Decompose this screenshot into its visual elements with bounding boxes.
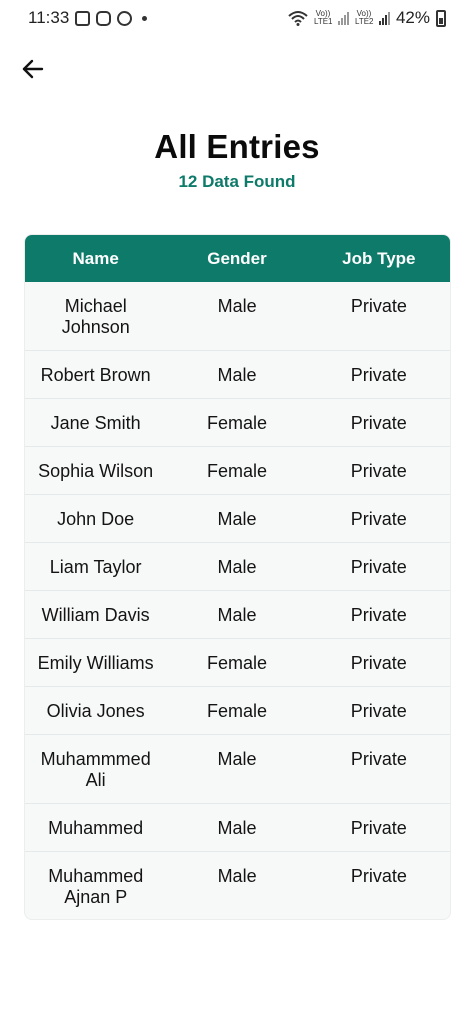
page-title: All Entries — [154, 128, 320, 165]
table-row: Sophia Wilson Female Private — [25, 447, 450, 495]
cell-name: Muhammed — [48, 818, 144, 838]
cell-name: Sophia Wilson — [38, 461, 154, 481]
cell-name: Robert Brown — [40, 365, 151, 385]
cell-job-type: Private — [350, 509, 407, 529]
cell-job-type: Private — [350, 605, 407, 625]
signal-icon — [337, 11, 349, 25]
cell-gender: Female — [206, 413, 267, 433]
cell-job-type: Private — [350, 296, 407, 316]
table-row: Robert Brown Male Private — [25, 351, 450, 399]
cell-name: Olivia Jones — [46, 701, 145, 721]
cell-name: Michael Johnson — [61, 296, 130, 337]
bitcoin-icon — [117, 10, 133, 26]
signal-icon-2 — [378, 11, 390, 25]
cell-name: Muhammmed Ali — [40, 749, 151, 790]
cell-name: Liam Taylor — [49, 557, 142, 577]
cell-name: Muhammed Ajnan P — [48, 866, 144, 907]
cell-job-type: Private — [350, 653, 407, 673]
table-row: John Doe Male Private — [25, 495, 450, 543]
cell-job-type: Private — [350, 365, 407, 385]
cell-job-type: Private — [350, 818, 407, 838]
status-left: 11:33 — [28, 8, 148, 28]
instagram-icon — [96, 10, 112, 26]
table-row: Muhammed Ajnan P Male Private — [25, 852, 450, 919]
table-row: Liam Taylor Male Private — [25, 543, 450, 591]
cell-gender: Male — [217, 818, 257, 838]
cell-gender: Female — [206, 461, 267, 481]
cell-gender: Male — [217, 365, 257, 385]
status-time: 11:33 — [28, 8, 70, 27]
gallery-icon — [75, 10, 91, 26]
cell-name: John Doe — [57, 509, 135, 529]
status-right: Vo)) LTE1 Vo)) LTE2 42% — [288, 8, 446, 28]
sim1-label: Vo)) LTE1 — [313, 9, 333, 26]
column-header-name: Name — [72, 248, 119, 268]
sim2-label: Vo)) LTE2 — [354, 9, 374, 26]
cell-gender: Male — [217, 557, 257, 577]
cell-job-type: Private — [350, 461, 407, 481]
cell-job-type: Private — [350, 557, 407, 577]
wifi-icon — [288, 11, 308, 26]
cell-job-type: Private — [350, 413, 407, 433]
cell-job-type: Private — [350, 749, 407, 769]
dot-icon — [142, 15, 148, 21]
table-row: Olivia Jones Female Private — [25, 687, 450, 735]
cell-job-type: Private — [350, 866, 407, 886]
status-bar: 11:33 Vo)) LTE1 Vo)) LTE2 42% — [0, 0, 474, 36]
cell-gender: Male — [217, 296, 257, 316]
battery-icon — [436, 9, 446, 27]
battery-percent: 42% — [395, 8, 430, 27]
cell-job-type: Private — [350, 701, 407, 721]
arrow-left-icon — [22, 59, 44, 79]
cell-name: Jane Smith — [50, 413, 141, 433]
cell-name: William Davis — [41, 605, 150, 625]
column-header-gender: Gender — [207, 248, 267, 268]
cell-gender: Male — [217, 866, 257, 886]
table-row: Muhammed Male Private — [25, 804, 450, 852]
entries-table: Name Gender Job Type Michael Johnson Mal… — [24, 234, 451, 920]
table-row: Emily Williams Female Private — [25, 639, 450, 687]
back-button[interactable] — [20, 56, 46, 82]
cell-gender: Female — [206, 653, 267, 673]
table-row: Jane Smith Female Private — [25, 399, 450, 447]
column-header-job-type: Job Type — [342, 248, 416, 268]
table-row: William Davis Male Private — [25, 591, 450, 639]
table-row: Michael Johnson Male Private — [25, 282, 450, 351]
table-header: Name Gender Job Type — [25, 235, 450, 282]
data-count-subtitle: 12 Data Found — [178, 172, 296, 191]
cell-name: Emily Williams — [37, 653, 154, 673]
cell-gender: Male — [217, 509, 257, 529]
cell-gender: Female — [206, 701, 267, 721]
cell-gender: Male — [217, 749, 257, 769]
cell-gender: Male — [217, 605, 257, 625]
table-row: Muhammmed Ali Male Private — [25, 735, 450, 804]
